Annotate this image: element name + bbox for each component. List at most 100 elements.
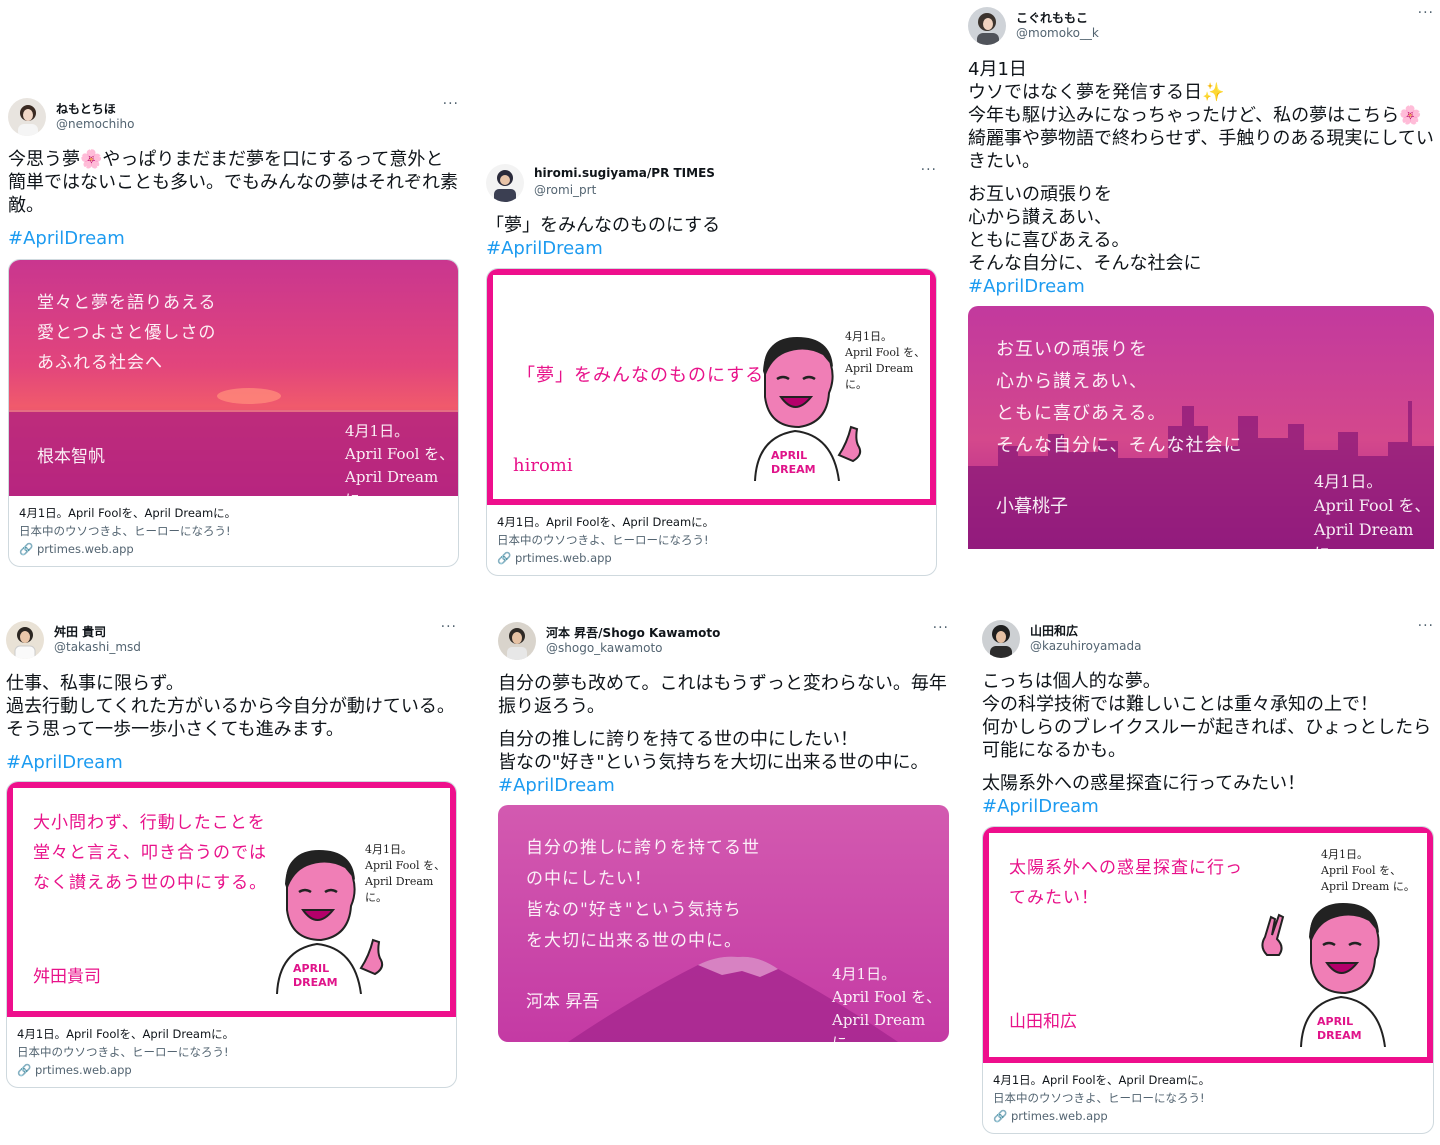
card-image-caption: 自分の推しに誇りを持てる世 の中にしたい！ 皆なの"好き"という気持ち を大切に… xyxy=(526,838,760,951)
card-title: 4月1日。April Foolを、April Dreamに。 xyxy=(497,515,715,529)
card-description: 日本中のウソつきよ、ヒーローになろう! xyxy=(497,533,709,547)
card-image-signature: 舛田貴司 xyxy=(33,967,101,987)
avatar[interactable] xyxy=(486,164,524,202)
card-image-date: 4月1日。 April Fool を、 April Dream に。 xyxy=(1321,848,1415,893)
tweet-takashi-msd: 舛田 貴司 @takashi_msd ··· 仕事、私事に限らず。 過去行動して… xyxy=(6,619,457,1088)
card-image: 「夢」をみんなのものにする hiromi 4月1日。 April Fool を、… xyxy=(487,269,936,505)
author-name[interactable]: 河本 昇吾/Shogo Kawamoto xyxy=(546,624,720,641)
card-image-caption: 太陽系外への惑星探査に行っ てみたい！ xyxy=(1009,858,1243,908)
more-options-icon[interactable]: ··· xyxy=(1418,618,1434,634)
link-card[interactable]: 大小問わず、行動したことを 堂々と言え、叩き合うのでは なく讃えあう世の中にする… xyxy=(6,781,457,1088)
tweet-shogo-kawamoto: 河本 昇吾/Shogo Kawamoto @shogo_kawamoto ···… xyxy=(498,620,949,1042)
link-card[interactable]: 堂々と夢を語りあえる 愛とつよさと優しさの あふれる社会へ 根本智帆 4月1日。… xyxy=(8,259,459,567)
tweet-header: 山田和広 @kazuhiroyamada ··· xyxy=(982,618,1434,660)
tweet-momoko-k: こぐれももこ @momoko__k ··· 4月1日 ウソではなく夢を発信する日… xyxy=(968,5,1434,549)
card-domain: 🔗 prtimes.web.app xyxy=(497,551,612,565)
author-handle[interactable]: @shogo_kawamoto xyxy=(546,641,663,655)
tweet-header: 河本 昇吾/Shogo Kawamoto @shogo_kawamoto ··· xyxy=(498,620,949,662)
link-card[interactable]: 自分の推しに誇りを持てる世 の中にしたい！ 皆なの"好き"という気持ち を大切に… xyxy=(498,805,949,1042)
avatar[interactable] xyxy=(8,98,46,136)
avatar[interactable] xyxy=(6,621,44,659)
svg-text:DREAM: DREAM xyxy=(1317,1029,1362,1042)
tweet-text-2: 太陽系外への惑星探査に行ってみたい！ xyxy=(982,773,1306,794)
svg-text:DREAM: DREAM xyxy=(293,976,338,989)
tweet-header: ねもとちほ @nemochiho ··· xyxy=(8,96,459,138)
card-image-caption: 「夢」をみんなのものにする xyxy=(517,365,765,386)
card-domain: 🔗 prtimes.web.app xyxy=(993,1109,1108,1123)
hashtag-link[interactable]: #AprilDream xyxy=(498,774,949,797)
tweet-text: こっちは個人的な夢。 今の科学技術では難しいことは重々承知の上で！ 何かしらのブ… xyxy=(982,671,1432,761)
card-image: 自分の推しに誇りを持てる世 の中にしたい！ 皆なの"好き"という気持ち を大切に… xyxy=(498,805,949,1042)
card-domain: 🔗 prtimes.web.app xyxy=(19,542,134,556)
card-description: 日本中のウソつきよ、ヒーローになろう! xyxy=(19,524,231,538)
cartoon-man-illustration: APRIL DREAM xyxy=(754,337,862,481)
tweet-romi-prt: hiromi.sugiyama/PR TIMES @romi_prt ··· 「… xyxy=(486,162,937,576)
tweet-text: 「夢」をみんなのものにする xyxy=(486,215,721,236)
card-domain: 🔗 prtimes.web.app xyxy=(17,1063,132,1077)
card-meta: 4月1日。April Foolを、April Dreamに。 日本中のウソつきよ… xyxy=(983,1063,1433,1133)
card-description: 日本中のウソつきよ、ヒーローになろう! xyxy=(993,1091,1205,1105)
tweet-text-2: お互いの頑張りを 心から讃えあい、 ともに喜びあえる。 そんな自分に、そんな社会… xyxy=(968,184,1202,274)
more-options-icon[interactable]: ··· xyxy=(921,162,937,178)
card-image: お互いの頑張りを 心から讃えあい、 ともに喜びあえる。 そんな自分に、そんな社会… xyxy=(968,306,1434,549)
hashtag-link[interactable]: #AprilDream xyxy=(6,751,457,774)
tweet-header: 舛田 貴司 @takashi_msd ··· xyxy=(6,619,457,661)
link-card[interactable]: お互いの頑張りを 心から讃えあい、 ともに喜びあえる。 そんな自分に、そんな社会… xyxy=(968,306,1434,549)
card-image-signature: 山田和広 xyxy=(1009,1012,1077,1032)
card-image-date: 4月1日。 April Fool を、 April Dream に。 xyxy=(345,422,455,496)
card-image-caption: 堂々と夢を語りあえる 愛とつよさと優しさの あふれる社会へ xyxy=(37,293,217,373)
more-options-icon[interactable]: ··· xyxy=(441,619,457,635)
tweet-kazuhiroyamada: 山田和広 @kazuhiroyamada ··· こっちは個人的な夢。 今の科学… xyxy=(982,618,1434,1134)
author-name[interactable]: 舛田 貴司 xyxy=(54,623,106,640)
card-title: 4月1日。April Foolを、April Dreamに。 xyxy=(19,506,237,520)
card-image-signature: 根本智帆 xyxy=(37,447,105,467)
tweet-header: こぐれももこ @momoko__k ··· xyxy=(968,5,1434,47)
more-options-icon[interactable]: ··· xyxy=(933,620,949,636)
hashtag-link[interactable]: #AprilDream xyxy=(8,227,459,250)
author-name[interactable]: ねもとちほ xyxy=(56,100,116,117)
card-meta: 4月1日。April Foolを、April Dreamに。 日本中のウソつきよ… xyxy=(487,505,936,575)
author-name[interactable]: 山田和広 xyxy=(1030,622,1078,639)
svg-text:DREAM: DREAM xyxy=(771,463,816,476)
tweet-text: 4月1日 ウソではなく夢を発信する日✨ 今年も駆け込みになっちゃったけど、私の夢… xyxy=(968,59,1434,172)
tweet-text: 自分の夢も改めて。これはもうずっと変わらない。毎年振り返ろう。 xyxy=(498,673,947,717)
tweet-nemochiho: ねもとちほ @nemochiho ··· 今思う夢🌸やっぱりまだまだ夢を口にする… xyxy=(8,96,459,567)
hashtag-link[interactable]: #AprilDream xyxy=(968,275,1434,298)
cartoon-man-illustration: APRIL DREAM xyxy=(276,850,384,994)
more-options-icon[interactable]: ··· xyxy=(443,96,459,112)
more-options-icon[interactable]: ··· xyxy=(1418,5,1434,21)
tweet-text: 仕事、私事に限らず。 過去行動してくれた方がいるから今自分が動けている。 そう思… xyxy=(6,673,455,740)
tweet-header: hiromi.sugiyama/PR TIMES @romi_prt ··· xyxy=(486,162,937,204)
author-handle[interactable]: @momoko__k xyxy=(1016,26,1099,40)
card-image-caption: 大小問わず、行動したことを 堂々と言え、叩き合うのでは なく讃えあう世の中にする… xyxy=(33,813,268,893)
avatar[interactable] xyxy=(498,622,536,660)
hashtag-link[interactable]: #AprilDream xyxy=(982,795,1434,818)
tweet-text-2: 自分の推しに誇りを持てる世の中にしたい！ 皆なの"好き"という気持ちを大切に出来… xyxy=(498,729,929,773)
svg-text:APRIL: APRIL xyxy=(1317,1015,1353,1028)
card-meta: 4月1日。April Foolを、April Dreamに。 日本中のウソつきよ… xyxy=(7,1017,456,1087)
avatar[interactable] xyxy=(968,7,1006,45)
avatar[interactable] xyxy=(982,620,1020,658)
author-name[interactable]: hiromi.sugiyama/PR TIMES xyxy=(534,166,715,180)
card-image-date: 4月1日。 April Fool を、 April Dream に。 xyxy=(832,965,942,1042)
author-handle[interactable]: @takashi_msd xyxy=(54,640,141,654)
card-title: 4月1日。April Foolを、April Dreamに。 xyxy=(17,1027,235,1041)
author-handle[interactable]: @kazuhiroyamada xyxy=(1030,639,1141,653)
link-card[interactable]: 太陽系外への惑星探査に行っ てみたい！ 山田和広 4月1日。 April Foo… xyxy=(982,826,1434,1134)
card-image-signature: 河本 昇吾 xyxy=(526,992,600,1012)
card-image-signature: hiromi xyxy=(513,455,573,476)
author-name[interactable]: こぐれももこ xyxy=(1016,9,1088,26)
cartoon-man-illustration: APRIL DREAM xyxy=(1261,903,1386,1047)
card-image-date: 4月1日。 April Fool を、 April Dream に。 xyxy=(1314,472,1431,549)
card-description: 日本中のウソつきよ、ヒーローになろう! xyxy=(17,1045,229,1059)
card-image-signature: 小暮桃子 xyxy=(996,496,1068,517)
card-image: 大小問わず、行動したことを 堂々と言え、叩き合うのでは なく讃えあう世の中にする… xyxy=(7,782,456,1017)
card-image: 太陽系外への惑星探査に行っ てみたい！ 山田和広 4月1日。 April Foo… xyxy=(983,827,1433,1063)
hashtag-link[interactable]: #AprilDream xyxy=(486,237,937,260)
link-card[interactable]: 「夢」をみんなのものにする hiromi 4月1日。 April Fool を、… xyxy=(486,268,937,576)
svg-text:APRIL: APRIL xyxy=(771,449,807,462)
svg-text:APRIL: APRIL xyxy=(293,962,329,975)
author-handle[interactable]: @nemochiho xyxy=(56,117,135,131)
author-handle[interactable]: @romi_prt xyxy=(534,183,596,197)
card-image: 堂々と夢を語りあえる 愛とつよさと優しさの あふれる社会へ 根本智帆 4月1日。… xyxy=(9,260,458,496)
